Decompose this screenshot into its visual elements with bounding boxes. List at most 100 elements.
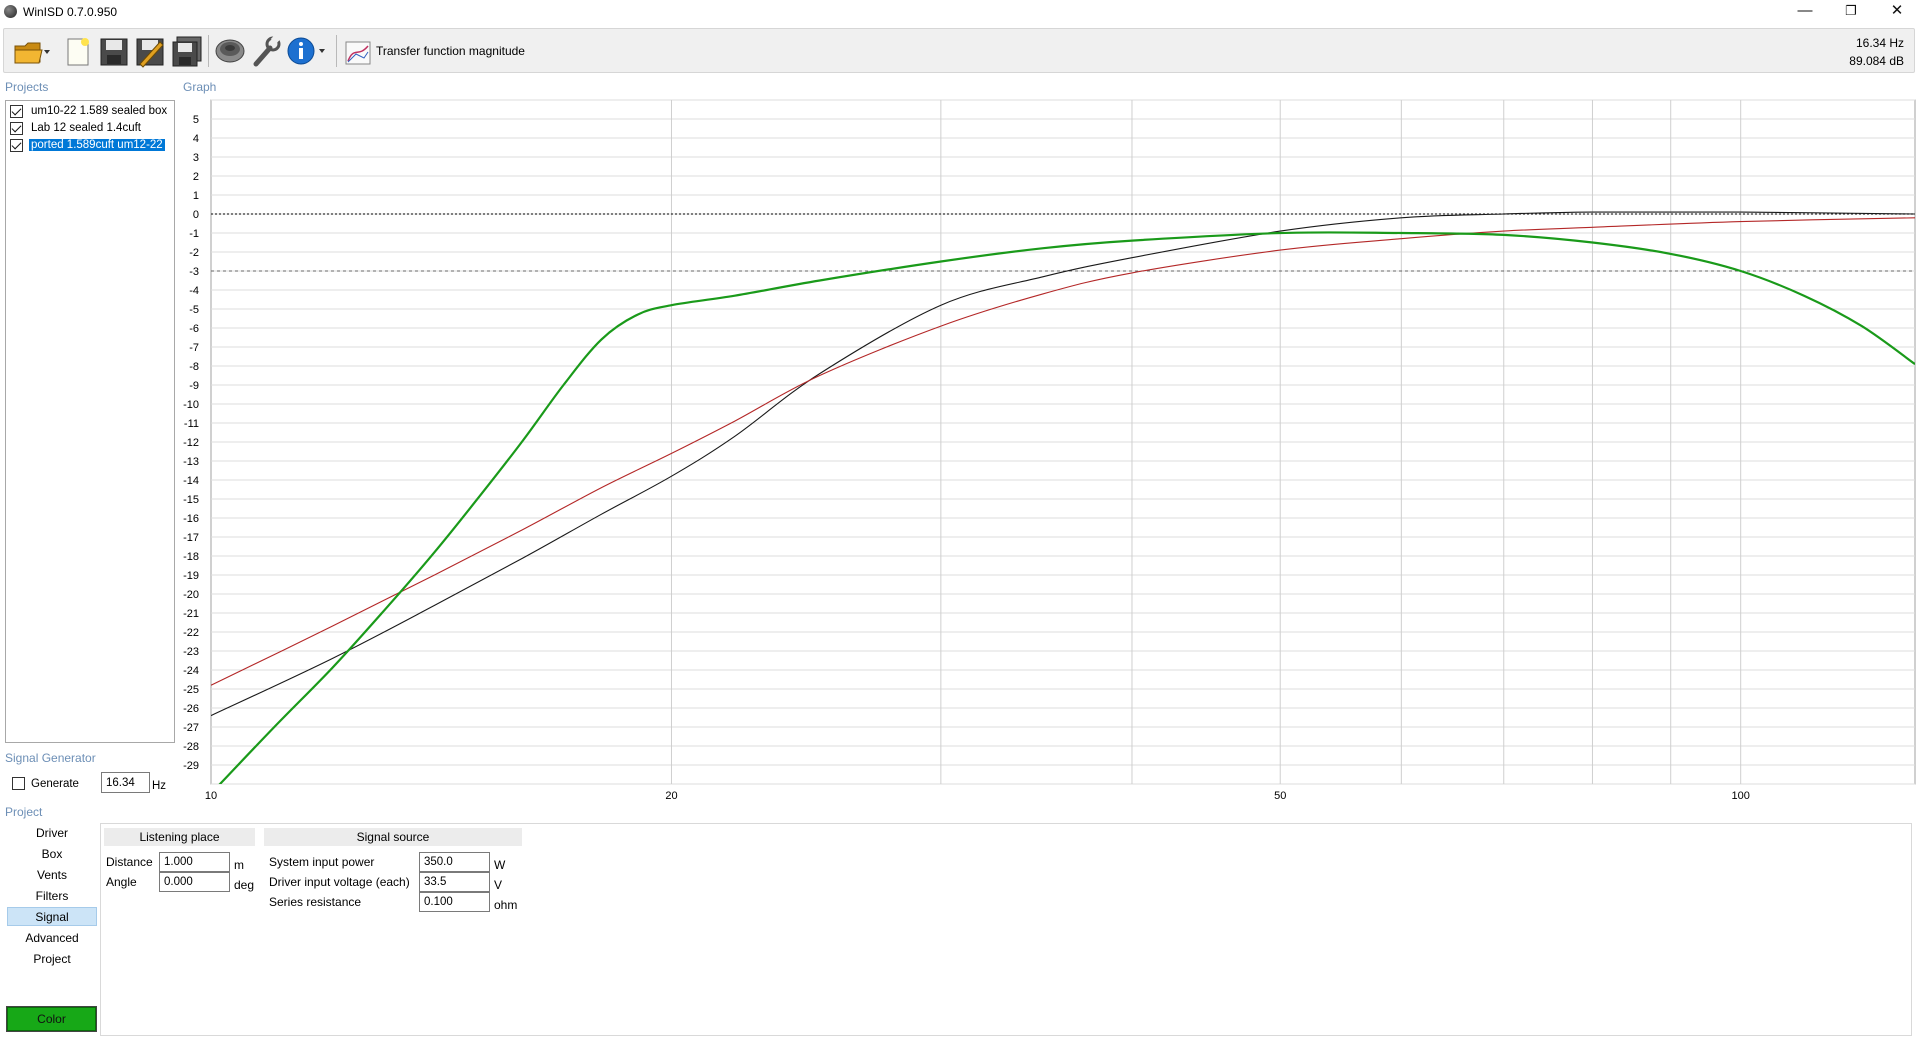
generate-label[interactable]: Generate bbox=[29, 778, 81, 790]
cursor-readout: 16.34 Hz 89.084 dB bbox=[1849, 34, 1904, 70]
listening-place-header: Listening place bbox=[104, 828, 255, 846]
title-bar: WinISD 0.7.0.950 — ❐ ✕ bbox=[0, 0, 1920, 24]
y-tick-label: 2 bbox=[193, 171, 199, 183]
project-item[interactable]: um10-22 1.589 sealed box bbox=[10, 103, 169, 119]
project-checkbox[interactable] bbox=[10, 138, 23, 152]
save-as-icon bbox=[136, 38, 164, 68]
open-folder-icon bbox=[14, 42, 50, 64]
y-tick-label: -17 bbox=[183, 532, 199, 544]
signal-source-header: Signal source bbox=[264, 828, 522, 846]
generator-frequency-input[interactable] bbox=[101, 772, 150, 793]
y-tick-label: -23 bbox=[183, 646, 199, 658]
info-button[interactable] bbox=[286, 34, 326, 68]
signal-generator-label: Signal Generator bbox=[5, 751, 96, 765]
generator-frequency-unit: Hz bbox=[152, 780, 167, 792]
y-tick-label: -9 bbox=[189, 380, 199, 392]
distance-label: Distance bbox=[106, 855, 153, 869]
winisd-window: WinISD 0.7.0.950 — ❐ ✕ Transfer function… bbox=[0, 0, 1920, 1040]
save-all-icon bbox=[172, 36, 202, 67]
nav-driver[interactable]: Driver bbox=[7, 824, 97, 843]
project-name[interactable]: ported 1.589cuft um12-22 bbox=[28, 138, 166, 152]
driver-input-voltage-input[interactable] bbox=[419, 872, 490, 892]
series-resistance-input[interactable] bbox=[419, 892, 490, 912]
save-button[interactable] bbox=[98, 34, 130, 68]
project-item[interactable]: ported 1.589cuft um12-22 bbox=[10, 137, 166, 153]
readout-frequency: 16.34 Hz bbox=[1855, 36, 1904, 50]
save-all-button[interactable] bbox=[170, 34, 202, 68]
y-tick-label: 4 bbox=[193, 133, 199, 145]
y-tick-label: -25 bbox=[183, 684, 199, 696]
system-input-power-label: System input power bbox=[269, 855, 375, 869]
signal-panel: Listening place Signal source Distance m… bbox=[100, 823, 1912, 1036]
x-tick-label: 50 bbox=[1274, 790, 1286, 802]
open-button[interactable] bbox=[12, 34, 52, 68]
transfer-function-graph[interactable]: 543210-1-2-3-4-5-6-7-8-9-10-11-12-13-14-… bbox=[178, 95, 1916, 807]
readout-level: 89.084 dB bbox=[1849, 54, 1904, 68]
close-button[interactable]: ✕ bbox=[1874, 0, 1920, 24]
toolbar-separator bbox=[336, 35, 337, 67]
y-tick-label: 0 bbox=[193, 209, 199, 221]
toolbar-separator bbox=[208, 35, 209, 67]
nav-box[interactable]: Box bbox=[7, 845, 97, 864]
angle-label: Angle bbox=[106, 875, 137, 889]
save-as-button[interactable] bbox=[134, 34, 166, 68]
y-tick-label: -21 bbox=[183, 608, 199, 620]
y-tick-label: 3 bbox=[193, 152, 199, 164]
project-section-label: Project bbox=[5, 805, 43, 819]
project-item[interactable]: Lab 12 sealed 1.4cuft bbox=[10, 120, 143, 136]
projects-list: um10-22 1.589 sealed box Lab 12 sealed 1… bbox=[5, 100, 175, 743]
projects-label: Projects bbox=[5, 80, 49, 94]
y-tick-label: -3 bbox=[189, 266, 199, 278]
nav-signal[interactable]: Signal bbox=[7, 907, 97, 926]
y-tick-label: -10 bbox=[183, 399, 199, 411]
save-icon bbox=[100, 38, 128, 66]
nav-advanced[interactable]: Advanced bbox=[7, 929, 97, 948]
y-tick-label: -24 bbox=[183, 665, 199, 677]
driver-input-voltage-unit: V bbox=[494, 878, 503, 892]
y-tick-label: -13 bbox=[183, 456, 199, 468]
y-tick-label: -19 bbox=[183, 570, 199, 582]
graph-type-label[interactable]: Transfer function magnitude bbox=[376, 44, 525, 58]
project-checkbox[interactable] bbox=[10, 104, 23, 118]
y-tick-label: -29 bbox=[183, 760, 199, 772]
restore-button[interactable]: ❐ bbox=[1828, 0, 1874, 24]
color-button[interactable]: Color bbox=[6, 1006, 97, 1032]
y-tick-label: -11 bbox=[184, 418, 199, 430]
project-name[interactable]: Lab 12 sealed 1.4cuft bbox=[29, 122, 143, 134]
graph-label: Graph bbox=[183, 80, 217, 94]
y-tick-label: -4 bbox=[189, 285, 199, 297]
project-checkbox[interactable] bbox=[10, 121, 23, 135]
minimize-button[interactable]: — bbox=[1782, 0, 1828, 24]
y-tick-label: -6 bbox=[189, 323, 199, 335]
new-button[interactable] bbox=[62, 34, 94, 68]
tools-button[interactable] bbox=[250, 34, 282, 68]
system-input-power-unit: W bbox=[494, 858, 506, 872]
y-tick-label: -7 bbox=[189, 342, 199, 354]
driver-icon bbox=[215, 39, 245, 63]
y-tick-label: 1 bbox=[193, 190, 199, 202]
angle-input[interactable] bbox=[159, 872, 230, 892]
distance-unit: m bbox=[234, 858, 244, 872]
y-tick-label: -18 bbox=[183, 551, 199, 563]
distance-input[interactable] bbox=[159, 852, 230, 872]
series-resistance-unit: ohm bbox=[494, 898, 518, 912]
nav-vents[interactable]: Vents bbox=[7, 866, 97, 885]
y-tick-label: -1 bbox=[189, 228, 199, 240]
nav-project[interactable]: Project bbox=[7, 950, 97, 969]
system-input-power-input[interactable] bbox=[419, 852, 490, 872]
nav-filters[interactable]: Filters bbox=[7, 887, 97, 906]
project-name[interactable]: um10-22 1.589 sealed box bbox=[29, 105, 169, 117]
y-tick-label: -15 bbox=[183, 494, 199, 506]
window-title: WinISD 0.7.0.950 bbox=[23, 5, 118, 19]
y-tick-label: -26 bbox=[183, 703, 199, 715]
generate-checkbox[interactable] bbox=[12, 777, 25, 790]
y-tick-label: -2 bbox=[189, 247, 199, 259]
app-icon bbox=[4, 5, 17, 18]
generate-row[interactable]: Generate bbox=[12, 777, 81, 790]
angle-unit: deg bbox=[234, 878, 255, 892]
y-tick-label: -5 bbox=[189, 304, 199, 316]
driver-button[interactable] bbox=[214, 34, 246, 68]
series-resistance-label: Series resistance bbox=[269, 895, 362, 909]
y-tick-label: -8 bbox=[189, 361, 199, 373]
graph-type-button[interactable] bbox=[342, 34, 374, 68]
